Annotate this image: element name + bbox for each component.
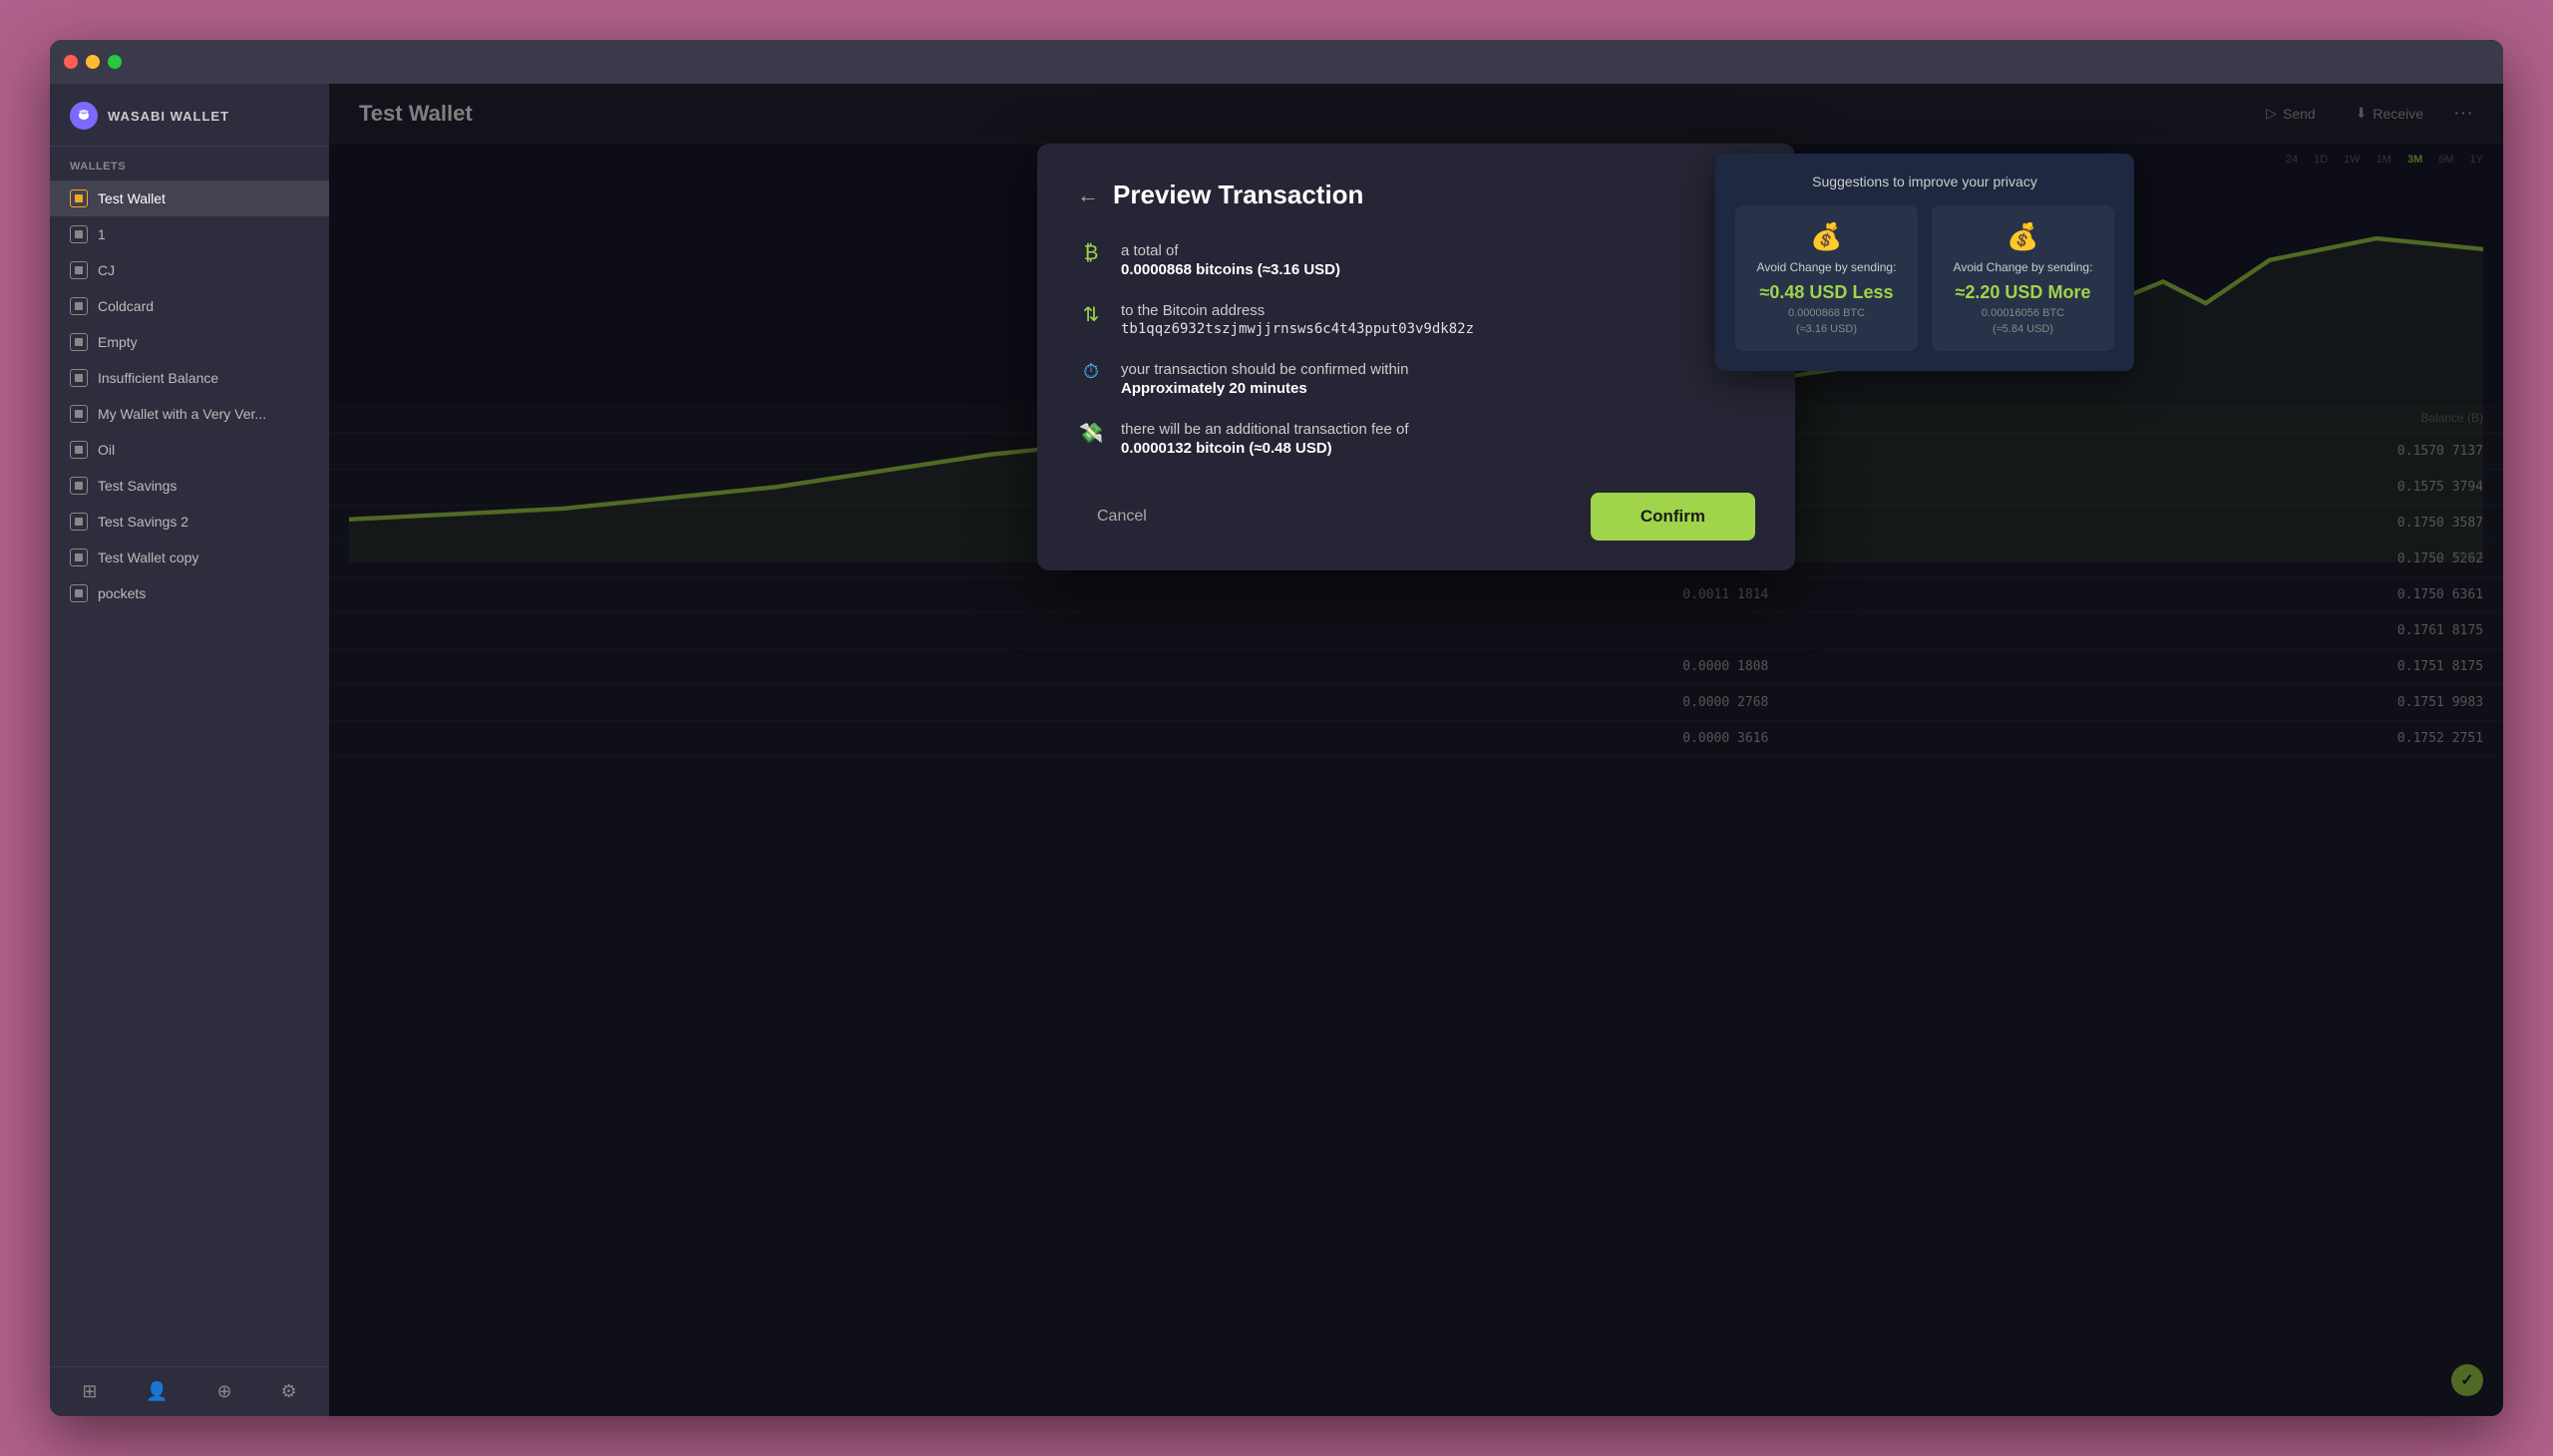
less-icon: 💰 bbox=[1751, 221, 1902, 252]
wallet-name: CJ bbox=[98, 262, 309, 278]
sidebar-wallet-item[interactable]: Test Savings bbox=[50, 468, 329, 504]
wallet-icon bbox=[70, 297, 88, 315]
modal-row-icon: ⏱ bbox=[1077, 359, 1105, 384]
wallet-name: Coldcard bbox=[98, 298, 309, 314]
modal-row-text: a total of0.0000868 bitcoins (≈3.16 USD) bbox=[1121, 240, 1755, 278]
wallet-name: Oil bbox=[98, 442, 309, 458]
modal-row-icon: ⇅ bbox=[1077, 300, 1105, 327]
wallet-name: 1 bbox=[98, 226, 309, 242]
wasabi-logo bbox=[70, 102, 98, 130]
modal-row-label: a total of bbox=[1121, 240, 1755, 261]
wallet-icon bbox=[70, 333, 88, 351]
modal-content-row: ⏱ your transaction should be confirmed wi… bbox=[1077, 359, 1755, 397]
more-btc: 0.00016056 BTC bbox=[1948, 307, 2098, 319]
modal-content-row: ₿ a total of0.0000868 bitcoins (≈3.16 USD… bbox=[1077, 240, 1755, 278]
more-usd: (≈5.84 USD) bbox=[1948, 323, 2098, 335]
wallet-name: Test Savings bbox=[98, 478, 309, 494]
settings-icon[interactable]: ⚙ bbox=[280, 1381, 296, 1402]
privacy-title: Suggestions to improve your privacy bbox=[1735, 174, 2114, 189]
modal-content-row: ⇅ to the Bitcoin addresstb1qqz6932tszjmwj… bbox=[1077, 300, 1755, 337]
sidebar-wallet-item[interactable]: CJ bbox=[50, 252, 329, 288]
preview-transaction-modal: ← Preview Transaction 🛡 ₿a total of0.000… bbox=[1037, 144, 1795, 570]
wallet-name: pockets bbox=[98, 585, 309, 601]
modal-row-value: 0.0000132 bitcoin (≈0.48 USD) bbox=[1121, 440, 1755, 457]
sidebar-wallet-item[interactable]: pockets bbox=[50, 575, 329, 611]
sidebar-wallet-item[interactable]: 1 bbox=[50, 216, 329, 252]
sidebar-wallet-item[interactable]: Empty bbox=[50, 324, 329, 360]
modal-footer: Cancel Confirm bbox=[1077, 493, 1755, 541]
sidebar-wallet-item[interactable]: Test Savings 2 bbox=[50, 504, 329, 540]
minimize-button[interactable] bbox=[86, 55, 100, 69]
wallet-icon bbox=[70, 584, 88, 602]
close-button[interactable] bbox=[64, 55, 78, 69]
sidebar-wallet-item[interactable]: Test Wallet copy bbox=[50, 540, 329, 575]
more-text: Avoid Change by sending: bbox=[1948, 260, 2098, 274]
privacy-option-more[interactable]: 💰 Avoid Change by sending: ≈2.20 USD Mor… bbox=[1932, 205, 2114, 351]
user-icon[interactable]: 👤 bbox=[146, 1381, 168, 1402]
wallet-name: My Wallet with a Very Ver... bbox=[98, 406, 309, 422]
main-content: Test Wallet ▷ Send ⬇ Receive ··· 241D1W1… bbox=[329, 40, 2503, 1416]
modal-rows: ₿ a total of0.0000868 bitcoins (≈3.16 USD… bbox=[1077, 240, 1755, 457]
more-amount: ≈2.20 USD More bbox=[1948, 282, 2098, 303]
wallet-icon bbox=[70, 548, 88, 566]
less-text: Avoid Change by sending: bbox=[1751, 260, 1902, 274]
sidebar-wallet-item[interactable]: My Wallet with a Very Ver... bbox=[50, 396, 329, 432]
wallet-name: Empty bbox=[98, 334, 309, 350]
less-usd: (≈3.16 USD) bbox=[1751, 323, 1902, 335]
wallet-name: Test Wallet bbox=[98, 190, 309, 206]
sidebar-wallet-item[interactable]: Insufficient Balance bbox=[50, 360, 329, 396]
wallet-icon bbox=[70, 225, 88, 243]
modal-row-text: there will be an additional transaction … bbox=[1121, 419, 1755, 457]
modal-title: Preview Transaction bbox=[1113, 180, 1713, 210]
modal-row-text: to the Bitcoin addresstb1qqz6932tszjmwjj… bbox=[1121, 300, 1755, 337]
wallet-icon bbox=[70, 261, 88, 279]
modal-row-value: tb1qqz6932tszjmwjjrnsws6c4t43pput03v9dk8… bbox=[1121, 321, 1755, 337]
sidebar-section-title: Wallets bbox=[50, 147, 329, 181]
modal-row-value: Approximately 20 minutes bbox=[1121, 380, 1755, 397]
modal-row-value: 0.0000868 bitcoins (≈3.16 USD) bbox=[1121, 261, 1755, 278]
wallet-icon bbox=[70, 441, 88, 459]
privacy-option-less[interactable]: 💰 Avoid Change by sending: ≈0.48 USD Les… bbox=[1735, 205, 1918, 351]
confirm-button[interactable]: Confirm bbox=[1591, 493, 1755, 541]
add-wallet-icon[interactable]: ⊕ bbox=[217, 1381, 232, 1402]
wallet-icon bbox=[70, 369, 88, 387]
maximize-button[interactable] bbox=[108, 55, 122, 69]
modal-overlay: ← Preview Transaction 🛡 ₿a total of0.000… bbox=[329, 84, 2503, 1416]
title-bar bbox=[50, 40, 2503, 84]
wallet-icon bbox=[70, 189, 88, 207]
wallet-name: Test Wallet copy bbox=[98, 549, 309, 565]
grid-icon[interactable]: ⊞ bbox=[82, 1381, 97, 1402]
modal-row-icon: ₿ bbox=[1077, 240, 1105, 265]
sidebar-wallet-item[interactable]: Test Wallet bbox=[50, 181, 329, 216]
sidebar-header: WASABI WALLET bbox=[50, 84, 329, 147]
wallet-icon bbox=[70, 405, 88, 423]
sidebar-wallet-item[interactable]: Oil bbox=[50, 432, 329, 468]
more-icon: 💰 bbox=[1948, 221, 2098, 252]
privacy-suggestions-popup: Suggestions to improve your privacy 💰 Av… bbox=[1715, 154, 2134, 371]
less-btc: 0.0000868 BTC bbox=[1751, 307, 1902, 319]
sidebar-wallet-item[interactable]: Coldcard bbox=[50, 288, 329, 324]
wallet-name: Test Savings 2 bbox=[98, 514, 309, 530]
modal-header: ← Preview Transaction 🛡 bbox=[1077, 180, 1755, 210]
cancel-button[interactable]: Cancel bbox=[1077, 498, 1167, 536]
wallet-icon bbox=[70, 513, 88, 531]
sidebar-bottom: ⊞ 👤 ⊕ ⚙ bbox=[50, 1366, 329, 1416]
wallet-name: Insufficient Balance bbox=[98, 370, 309, 386]
modal-row-text: your transaction should be confirmed wit… bbox=[1121, 359, 1755, 397]
wallet-icon bbox=[70, 477, 88, 495]
wallet-list: Test Wallet 1 CJ Coldcard Empty Insufficient … bbox=[50, 181, 329, 1366]
modal-content-row: 💸 there will be an additional transaction… bbox=[1077, 419, 1755, 457]
back-button[interactable]: ← bbox=[1077, 182, 1099, 208]
privacy-cards: 💰 Avoid Change by sending: ≈0.48 USD Les… bbox=[1735, 205, 2114, 351]
sidebar: WASABI WALLET Wallets Test Wallet 1 CJ Cold… bbox=[50, 40, 329, 1416]
modal-row-label: to the Bitcoin address bbox=[1121, 300, 1755, 321]
modal-row-label: there will be an additional transaction … bbox=[1121, 419, 1755, 440]
less-amount: ≈0.48 USD Less bbox=[1751, 282, 1902, 303]
modal-row-icon: 💸 bbox=[1077, 419, 1105, 446]
modal-row-label: your transaction should be confirmed wit… bbox=[1121, 359, 1755, 380]
app-brand: WASABI WALLET bbox=[108, 109, 229, 124]
